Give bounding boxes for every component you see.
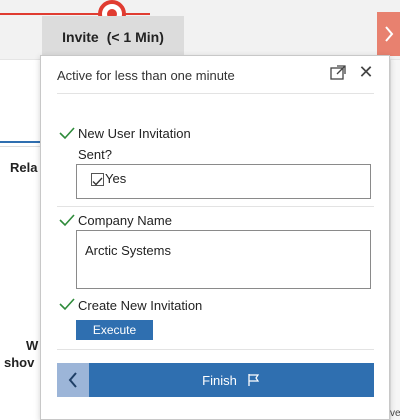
background-right-panel: [390, 60, 400, 420]
step-label-new-user-invitation: New User Invitation: [78, 126, 191, 141]
flyout-title: Active for less than one minute: [57, 68, 235, 83]
previous-stage-button[interactable]: [57, 363, 89, 397]
background-tab-underline: [0, 141, 40, 143]
next-stage-button[interactable]: [377, 12, 400, 56]
flag-icon: [248, 374, 259, 386]
check-icon: [59, 214, 75, 227]
finish-button[interactable]: Finish: [89, 373, 374, 388]
company-name-value: Arctic Systems: [85, 243, 171, 258]
background-text-shov: shov: [4, 355, 35, 370]
check-icon: [59, 298, 75, 311]
background-text-w: W: [26, 338, 39, 353]
finish-label: Finish: [202, 372, 237, 388]
stage-duration: (< 1 Min): [106, 29, 164, 45]
sent-value: Yes: [105, 171, 127, 186]
check-mark-icon: [92, 177, 103, 186]
check-icon: [59, 127, 75, 140]
chevron-right-icon: [384, 26, 393, 42]
popout-icon[interactable]: [328, 63, 348, 83]
finish-bar: Finish: [57, 363, 374, 397]
background-right-text: ve: [390, 408, 400, 419]
background-divider: [0, 146, 40, 147]
step-label-create-new-invitation: Create New Invitation: [78, 298, 203, 313]
close-icon[interactable]: ✕: [355, 61, 377, 83]
background-section-heading: Rela: [10, 160, 38, 175]
business-process-bar: Invite (< 1 Min): [0, 0, 400, 60]
step-divider: [57, 206, 374, 207]
stage-invite[interactable]: Invite (< 1 Min): [42, 16, 184, 58]
company-name-field[interactable]: Arctic Systems: [76, 230, 371, 289]
progress-track: [0, 13, 150, 15]
step-label-company-name: Company Name: [78, 213, 172, 228]
execute-button[interactable]: Execute: [76, 320, 153, 340]
stage-name: Invite: [62, 29, 99, 45]
step-sublabel-sent: Sent?: [78, 147, 112, 162]
stage-flyout: Active for less than one minute ✕ New Us…: [40, 55, 390, 420]
title-divider: [57, 93, 374, 94]
chevron-left-icon: [68, 372, 77, 388]
sent-checkbox[interactable]: [91, 173, 104, 186]
footer-divider: [57, 349, 374, 350]
sent-checkbox-field[interactable]: Yes: [76, 164, 371, 199]
